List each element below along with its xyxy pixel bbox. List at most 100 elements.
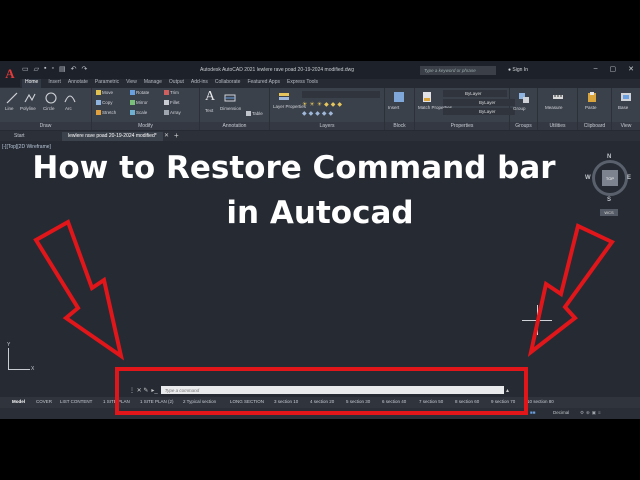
dimension-icon[interactable] (224, 92, 236, 104)
search-input[interactable]: Type a keyword or phrase (420, 66, 496, 75)
compass-south[interactable]: S (607, 197, 611, 203)
stretch-button[interactable]: Stretch (96, 110, 116, 116)
layer-tools-icon[interactable]: ☀☀☀◆◆◆ (302, 101, 344, 108)
draw-panel-title[interactable]: Draw (0, 122, 91, 130)
close-tab-icon[interactable]: ✕ (164, 132, 169, 139)
wcs-menu[interactable]: WCS (600, 209, 618, 216)
base-button[interactable]: Base (618, 105, 628, 110)
layer-state-icon[interactable]: ◆◆◆◆◆ (302, 110, 335, 117)
tab-home[interactable]: Home (22, 79, 42, 88)
print-icon[interactable]: ▤ (59, 65, 66, 73)
layout-tab[interactable]: LONG SECTION (230, 399, 264, 404)
text-button[interactable]: Text (205, 108, 213, 113)
redo-icon[interactable]: ↷ (81, 65, 87, 73)
block-panel-title[interactable]: Block (385, 122, 414, 130)
layout-tab[interactable]: 8 section 60 (455, 399, 479, 404)
group-icon[interactable] (518, 92, 530, 104)
new-icon[interactable]: ▭ (22, 65, 29, 73)
circle-icon[interactable] (45, 92, 57, 104)
layout-tab-model[interactable]: Model (12, 399, 25, 404)
compass-west[interactable]: W (585, 175, 591, 181)
text-icon[interactable]: A (205, 89, 215, 105)
status-tools-icon[interactable]: ■■ (530, 410, 535, 415)
layer-dropdown[interactable] (302, 91, 380, 98)
trim-button[interactable]: Trim (164, 90, 179, 96)
tab-start[interactable]: Start (8, 132, 31, 141)
modify-panel-title[interactable]: Modify (92, 122, 199, 130)
line-icon[interactable] (6, 92, 18, 104)
undo-icon[interactable]: ↶ (71, 65, 77, 73)
polyline-button[interactable]: Polyline (20, 106, 36, 111)
layers-panel-title[interactable]: Layers (270, 122, 384, 130)
paste-button[interactable]: Paste (585, 105, 597, 110)
polyline-icon[interactable] (24, 92, 36, 104)
maximize-icon[interactable]: ▢ (610, 65, 617, 73)
command-line-grip-icon[interactable]: ⋮ ✕ ✎ (129, 387, 148, 394)
tab-collaborate[interactable]: Collaborate (215, 79, 241, 88)
array-button[interactable]: Array (164, 110, 181, 116)
units-dropdown[interactable]: Decimal (553, 410, 569, 415)
base-view-icon[interactable] (620, 91, 632, 103)
tab-drawing[interactable]: lewlere rave poad 20-19-2024 modified* (62, 132, 163, 141)
tab-featured-apps[interactable]: Featured Apps (247, 79, 280, 88)
mirror-button[interactable]: Mirror (130, 100, 148, 106)
view-panel-title[interactable]: View (612, 122, 640, 130)
tab-addins[interactable]: Add-ins (191, 79, 208, 88)
tab-annotate[interactable]: Annotate (68, 79, 88, 88)
layout-tab[interactable]: 5 section 30 (346, 399, 370, 404)
circle-button[interactable]: Circle (43, 106, 55, 111)
rotate-button[interactable]: Rotate (130, 90, 149, 96)
compass-east[interactable]: E (627, 175, 631, 181)
tab-parametric[interactable]: Parametric (95, 79, 119, 88)
layout-tab[interactable]: 1 SITE PLAN (103, 399, 130, 404)
command-input[interactable] (160, 386, 504, 394)
match-properties-icon[interactable] (421, 91, 433, 103)
open-icon[interactable]: ▱ (34, 65, 39, 73)
color-dropdown[interactable]: ByLayer (443, 90, 507, 97)
sign-in-button[interactable]: ● Sign In (508, 67, 528, 73)
compass-north[interactable]: N (607, 154, 611, 160)
view-cube[interactable]: TOP N S E W WCS (585, 154, 632, 224)
saveas-icon[interactable]: ▫ (52, 65, 54, 73)
measure-button[interactable]: Measure (545, 105, 563, 110)
layout-tab[interactable]: 4 section 20 (310, 399, 334, 404)
lineweight-dropdown[interactable]: ByLayer (443, 99, 515, 106)
viewcube-top-face[interactable]: TOP (602, 170, 618, 186)
status-settings-icon[interactable]: ⚙⊕▣≡ (580, 410, 603, 416)
tab-manage[interactable]: Manage (144, 79, 162, 88)
arc-icon[interactable] (64, 92, 76, 104)
layer-properties-icon[interactable] (278, 91, 290, 103)
layout-tab[interactable]: 9 section 70 (491, 399, 515, 404)
scale-button[interactable]: Scale (130, 110, 147, 116)
layout-tab[interactable]: LIST CONTENT (60, 399, 92, 404)
layout-tab[interactable]: 7 section 50 (419, 399, 443, 404)
insert-button[interactable]: Insert (388, 105, 399, 110)
measure-icon[interactable] (552, 91, 564, 103)
move-button[interactable]: Move (96, 90, 113, 96)
layout-tab[interactable]: 3 section 10 (274, 399, 298, 404)
group-button[interactable]: Group (513, 106, 526, 111)
insert-block-icon[interactable] (393, 91, 405, 103)
utilities-panel-title[interactable]: Utilities (538, 122, 577, 130)
line-button[interactable]: Line (5, 106, 14, 111)
properties-panel-title[interactable]: Properties (415, 122, 509, 130)
groups-panel-title[interactable]: Groups (510, 122, 537, 130)
save-icon[interactable]: ▪ (44, 65, 46, 73)
tab-view[interactable]: View (126, 79, 137, 88)
tab-insert[interactable]: Insert (48, 79, 61, 88)
layout-tab[interactable]: 10 section 80 (527, 399, 554, 404)
clipboard-panel-title[interactable]: Clipboard (578, 122, 611, 130)
linetype-dropdown[interactable]: ByLayer (443, 108, 515, 115)
dimension-button[interactable]: Dimension (220, 106, 241, 111)
layout-tab[interactable]: 1 SITE PLAN (2) (140, 399, 174, 404)
fillet-button[interactable]: Fillet (164, 100, 180, 106)
layout-tab[interactable]: 2 Typical section (183, 399, 216, 404)
tab-output[interactable]: Output (169, 79, 184, 88)
copy-button[interactable]: Copy (96, 100, 113, 106)
close-icon[interactable]: ✕ (628, 65, 634, 73)
paste-icon[interactable] (586, 91, 598, 103)
arc-button[interactable]: Arc (65, 106, 72, 111)
table-button[interactable]: Table (246, 111, 263, 117)
command-history-icon[interactable]: ▴ (506, 387, 509, 394)
autocad-logo-icon[interactable]: A (0, 61, 20, 87)
